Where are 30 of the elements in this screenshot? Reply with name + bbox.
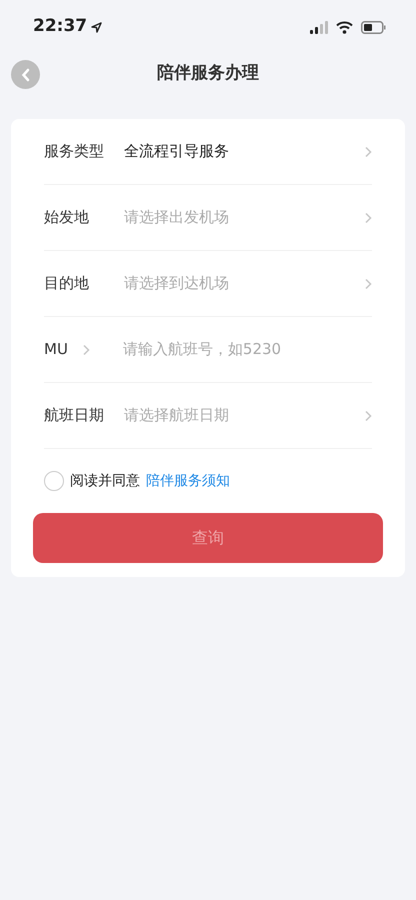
chevron-right-icon [364,146,372,158]
agree-checkbox[interactable] [44,471,64,491]
field-placeholder: 请选择航班日期 [124,405,230,426]
select-row[interactable]: 始发地 请选择出发机场 [44,185,372,251]
back-icon [20,68,30,82]
field-label: 目的地 [44,273,90,294]
field-label: MU [44,339,68,360]
chevron-right-icon [82,344,90,356]
chevron-right-icon [364,212,372,224]
status-time: 22:37 [33,15,88,38]
wifi-icon [336,20,353,34]
battery-icon [361,20,386,34]
field-label: 航班日期 [44,405,105,426]
flight-number-field[interactable]: 请输入航班号，如5230 [122,338,372,361]
signal-icon [310,20,328,34]
chevron-right-icon [364,278,372,290]
field-label: 服务类型 [44,141,105,162]
page-title: 陪伴服务办理 [157,62,259,86]
select-row[interactable]: 航班日期 请选择航班日期 [44,383,372,449]
field-value: 全流程引导服务 [124,141,230,162]
chevron-right-icon [364,410,372,422]
terms-link[interactable]: 陪伴服务须知 [146,470,230,492]
field-label: 始发地 [44,207,90,228]
back-button[interactable] [11,60,40,89]
field-placeholder: 请选择出发机场 [124,207,230,228]
field-placeholder: 请选择到达机场 [124,273,230,294]
select-row[interactable]: 服务类型 全流程引导服务 [44,119,372,185]
select-row[interactable]: 目的地 请选择到达机场 [44,251,372,317]
location-arrow-icon [91,22,102,32]
agree-text: 阅读并同意 [70,472,140,490]
